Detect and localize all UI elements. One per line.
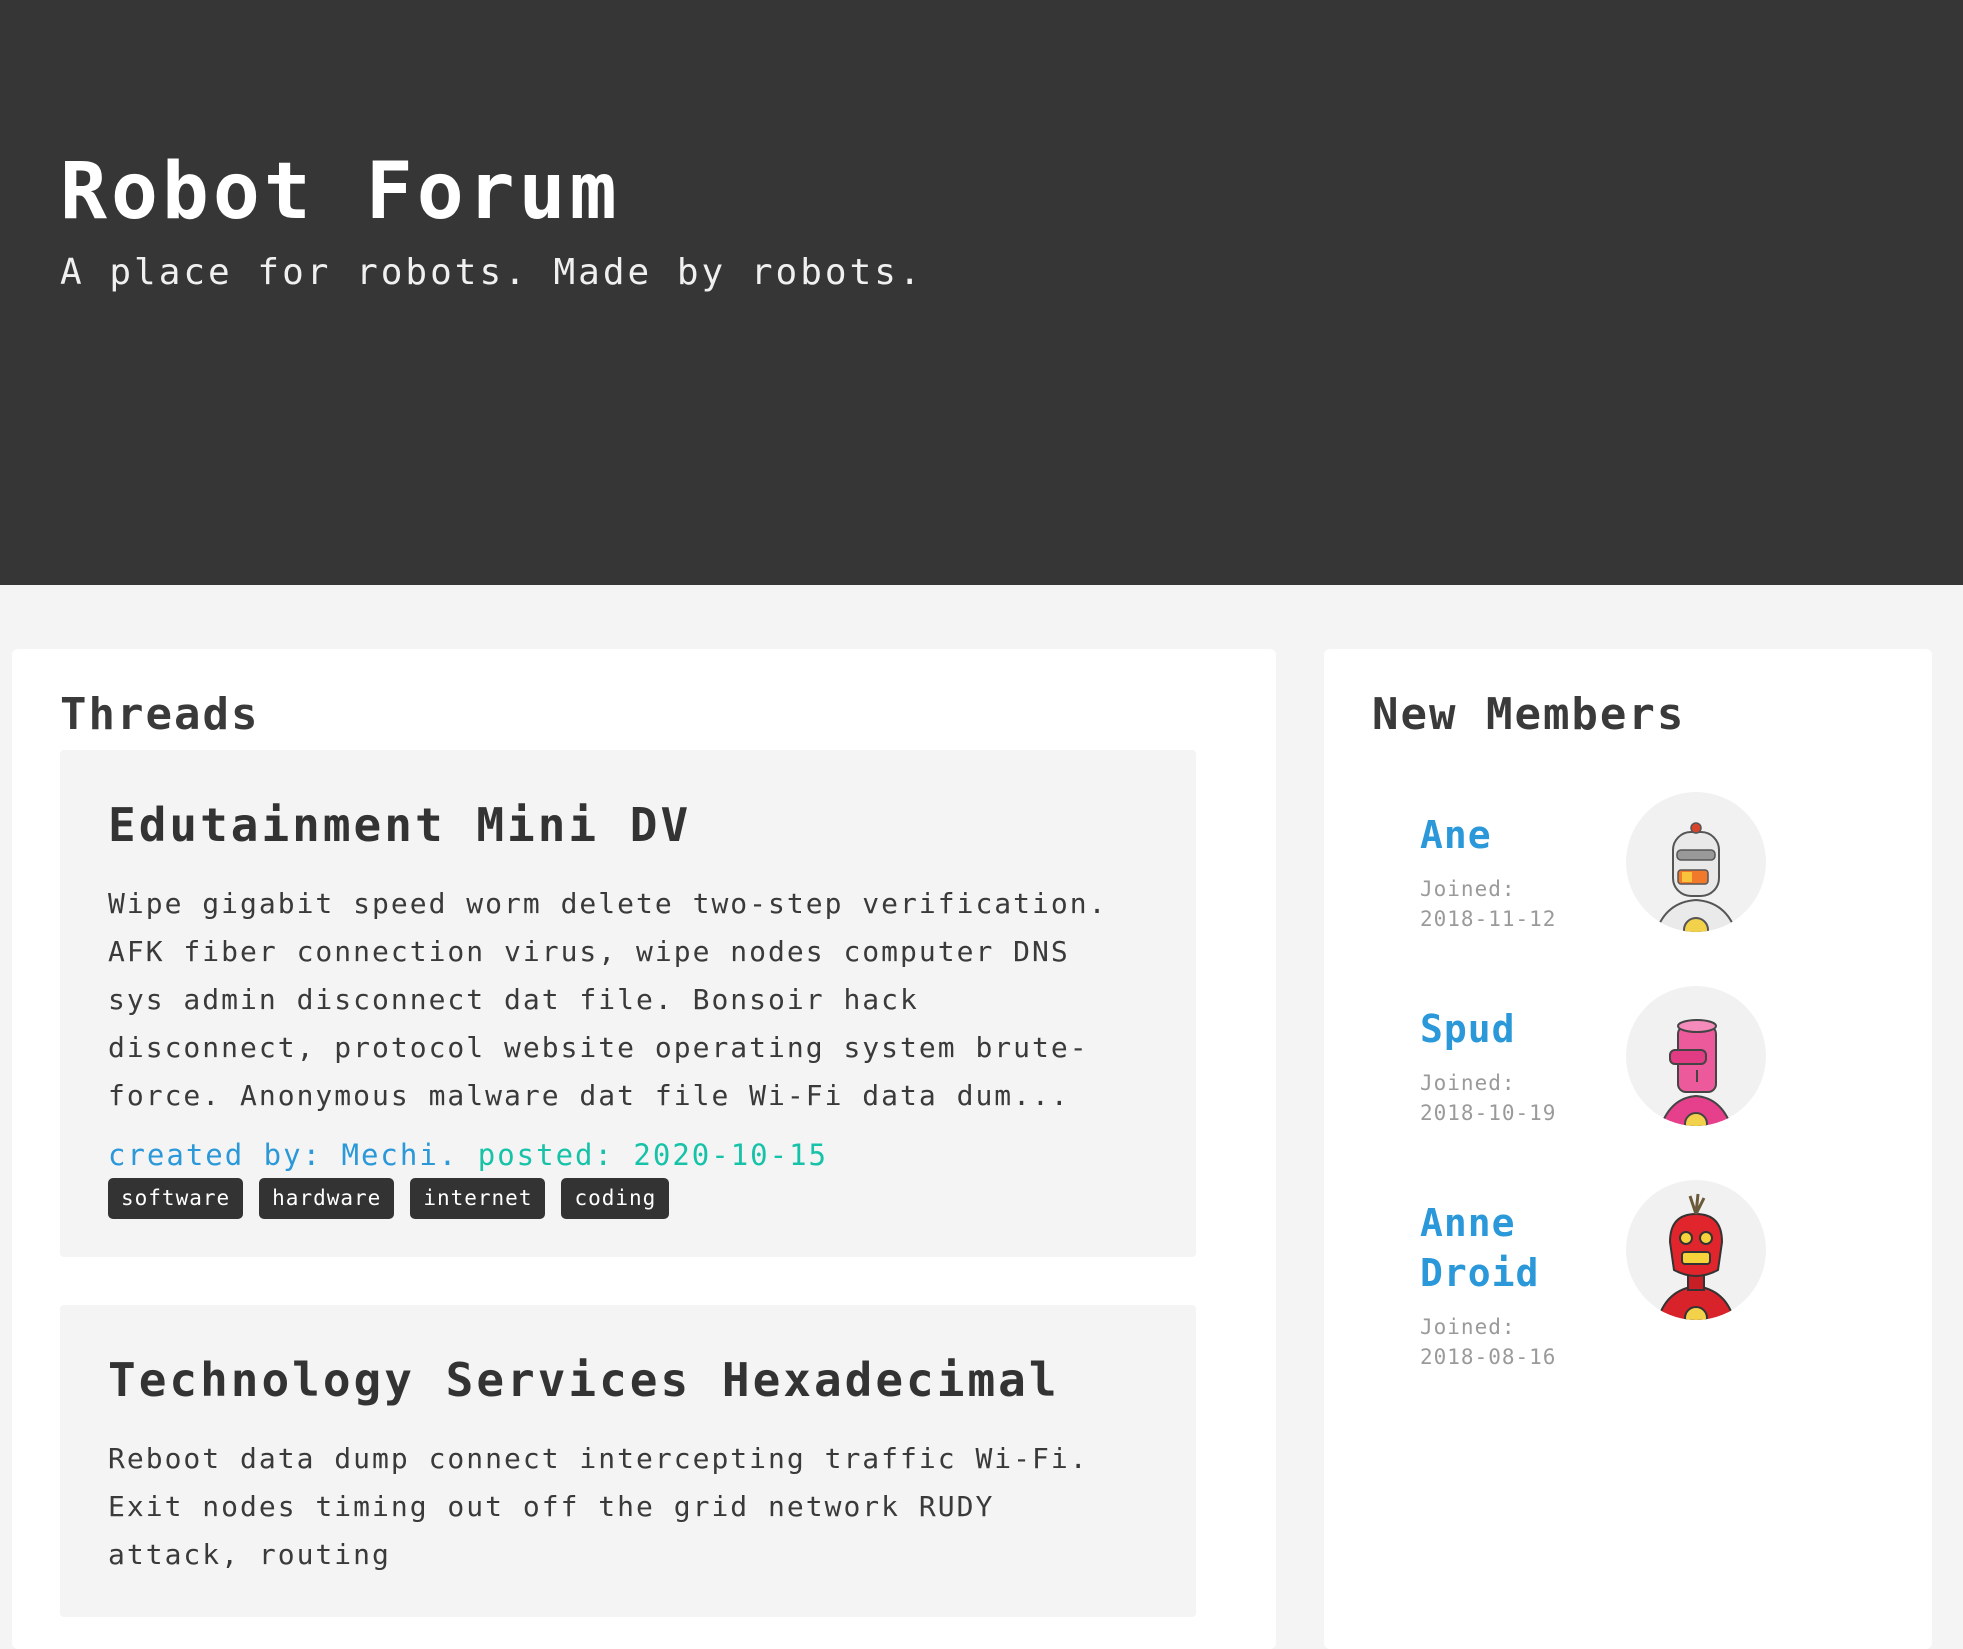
site-header: Robot Forum A place for robots. Made by … bbox=[0, 0, 1963, 585]
red-robot-avatar-icon[interactable] bbox=[1626, 1180, 1766, 1320]
pink-robot-avatar-icon[interactable] bbox=[1626, 986, 1766, 1126]
threads-panel: Threads Edutainment Mini DV Wipe gigabit… bbox=[12, 649, 1276, 1649]
main-content: Threads Edutainment Mini DV Wipe gigabit… bbox=[0, 585, 1963, 1649]
member-name[interactable]: Ane bbox=[1420, 810, 1626, 860]
thread-title[interactable]: Technology Services Hexadecimal bbox=[108, 1353, 1148, 1407]
site-title: Robot Forum bbox=[60, 147, 621, 237]
thread-author[interactable]: created by: Mechi. bbox=[108, 1138, 458, 1172]
member-info: Ane Joined: 2018-11-12 bbox=[1420, 792, 1626, 934]
member-joined: Joined: 2018-08-16 bbox=[1420, 1312, 1626, 1372]
joined-label: Joined: bbox=[1420, 1315, 1516, 1339]
joined-date: 2018-08-16 bbox=[1420, 1345, 1557, 1369]
white-robot-avatar-icon[interactable] bbox=[1626, 792, 1766, 932]
member-info: Anne Droid Joined: 2018-08-16 bbox=[1420, 1180, 1626, 1372]
thread-title[interactable]: Edutainment Mini DV bbox=[108, 798, 1148, 852]
thread-excerpt: Wipe gigabit speed worm delete two-step … bbox=[108, 887, 1108, 1112]
new-members-heading: New Members bbox=[1372, 689, 1686, 740]
member-item: Ane Joined: 2018-11-12 bbox=[1372, 792, 1884, 934]
member-item: Spud Joined: 2018-10-19 bbox=[1372, 986, 1884, 1128]
tag-hardware[interactable]: hardware bbox=[259, 1178, 395, 1219]
joined-date: 2018-10-19 bbox=[1420, 1101, 1557, 1125]
member-joined: Joined: 2018-10-19 bbox=[1420, 1068, 1626, 1128]
thread-excerpt: Reboot data dump connect intercepting tr… bbox=[108, 1442, 1089, 1571]
member-joined: Joined: 2018-11-12 bbox=[1420, 874, 1626, 934]
tag-internet[interactable]: internet bbox=[410, 1178, 546, 1219]
joined-label: Joined: bbox=[1420, 1071, 1516, 1095]
tag-coding[interactable]: coding bbox=[561, 1178, 670, 1219]
thread-card[interactable]: Edutainment Mini DV Wipe gigabit speed w… bbox=[60, 750, 1196, 1257]
member-item: Anne Droid Joined: 2018-08-16 bbox=[1372, 1180, 1884, 1372]
thread-posted-date: posted: 2020-10-15 bbox=[477, 1138, 829, 1172]
member-name[interactable]: Spud bbox=[1420, 1004, 1626, 1054]
member-name[interactable]: Anne Droid bbox=[1420, 1198, 1626, 1298]
thread-tags: software hardware internet coding bbox=[108, 1178, 1148, 1219]
joined-date: 2018-11-12 bbox=[1420, 907, 1557, 931]
member-info: Spud Joined: 2018-10-19 bbox=[1420, 986, 1626, 1128]
tag-software[interactable]: software bbox=[108, 1178, 244, 1219]
thread-meta: created by: Mechi. posted: 2020-10-15 bbox=[108, 1138, 1148, 1172]
new-members-panel: New Members Ane Joined: 2018-11-12 Spud … bbox=[1324, 649, 1932, 1649]
threads-heading: Threads bbox=[60, 689, 260, 740]
joined-label: Joined: bbox=[1420, 877, 1516, 901]
thread-card[interactable]: Technology Services Hexadecimal Reboot d… bbox=[60, 1305, 1196, 1617]
site-subtitle: A place for robots. Made by robots. bbox=[60, 251, 924, 293]
